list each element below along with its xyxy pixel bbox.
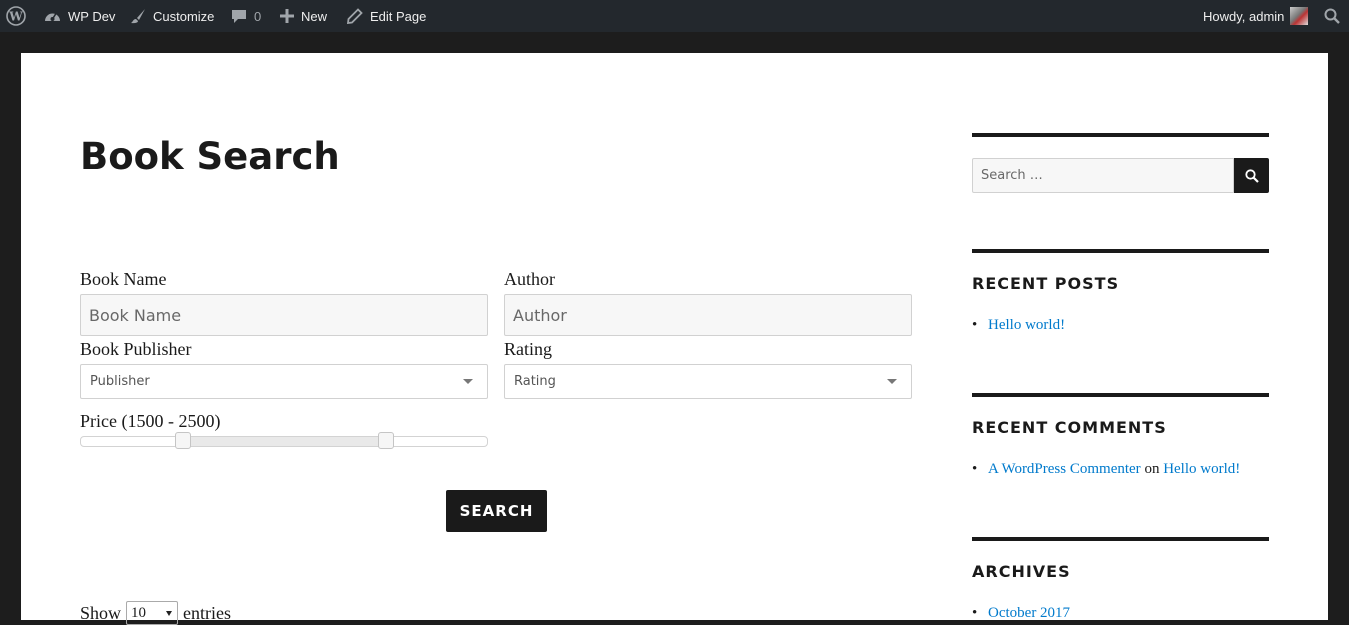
widget-divider: [972, 249, 1269, 253]
sidebar-search-input[interactable]: [972, 158, 1234, 193]
customize-label: Customize: [153, 8, 215, 24]
edit-page-link[interactable]: Edit Page: [347, 0, 426, 32]
dashboard-icon: [44, 9, 61, 23]
comment-icon: [231, 8, 247, 24]
page-title: Book Search: [80, 135, 340, 178]
book-name-input[interactable]: [80, 294, 488, 336]
widget-divider: [972, 537, 1269, 541]
my-account-menu[interactable]: Howdy, admin: [1203, 0, 1309, 32]
archives-title: ARCHIVES: [972, 562, 1071, 581]
list-item: October 2017: [972, 605, 1070, 622]
rating-select[interactable]: Rating: [504, 364, 912, 399]
publisher-select[interactable]: Publisher: [80, 364, 488, 399]
recent-comments-list: A WordPress Commenter on Hello world!: [972, 461, 1240, 478]
publisher-selected-value: Publisher: [90, 374, 150, 389]
widget-divider: [972, 133, 1269, 137]
comment-author-link[interactable]: A WordPress Commenter: [988, 461, 1141, 477]
site-name-menu[interactable]: WP Dev: [44, 0, 115, 32]
entries-select[interactable]: 10: [126, 601, 179, 625]
archive-link[interactable]: October 2017: [988, 605, 1070, 621]
price-range-fill: [182, 437, 386, 446]
price-label: Price (1500 - 2500): [80, 411, 221, 431]
recent-post-link[interactable]: Hello world!: [988, 317, 1065, 333]
price-max-handle[interactable]: [377, 432, 394, 449]
entries-select-value: 10: [131, 604, 147, 621]
recent-comments-title: RECENT COMMENTS: [972, 418, 1167, 437]
publisher-label: Book Publisher: [80, 339, 192, 359]
page-content: Book Search Book Name Author Book Publis…: [21, 53, 1328, 625]
admin-bar: W WP Dev Customize 0 New Edit Page Howdy…: [0, 0, 1349, 32]
svg-text:W: W: [8, 10, 23, 24]
price-range-slider[interactable]: [80, 432, 488, 449]
avatar: [1290, 7, 1309, 25]
comments-link[interactable]: 0: [231, 0, 261, 32]
chevron-down-icon: [463, 379, 473, 384]
widget-divider: [972, 393, 1269, 397]
comments-count: 0: [254, 8, 262, 24]
comment-post-link[interactable]: Hello world!: [1163, 461, 1240, 477]
recent-posts-title: RECENT POSTS: [972, 274, 1120, 293]
paintbrush-icon: [130, 8, 146, 24]
book-name-label: Book Name: [80, 269, 167, 289]
recent-posts-list: Hello world!: [972, 317, 1065, 334]
search-button[interactable]: SEARCH: [446, 490, 547, 532]
new-content-menu[interactable]: New: [280, 0, 327, 32]
archives-list: October 2017: [972, 605, 1070, 622]
pencil-icon: [347, 8, 363, 24]
comment-on-text: on: [1144, 461, 1160, 477]
edit-page-label: Edit Page: [370, 8, 427, 24]
howdy-label: Howdy, admin: [1203, 8, 1285, 24]
chevron-down-icon: [166, 611, 173, 616]
list-item: Hello world!: [972, 317, 1065, 334]
new-label: New: [301, 8, 328, 24]
search-icon: [1244, 168, 1259, 183]
site-name-label: WP Dev: [68, 8, 116, 24]
price-min-handle[interactable]: [174, 432, 191, 449]
author-input[interactable]: [504, 294, 912, 336]
wordpress-logo-icon[interactable]: W: [6, 0, 26, 32]
plus-icon: [280, 9, 294, 23]
rating-label: Rating: [504, 339, 552, 359]
author-label: Author: [504, 269, 555, 289]
show-label: Show: [80, 602, 122, 623]
chevron-down-icon: [887, 379, 897, 384]
admin-search-icon[interactable]: [1324, 0, 1340, 32]
rating-selected-value: Rating: [514, 374, 556, 389]
customize-link[interactable]: Customize: [130, 0, 214, 32]
entries-label: entries: [183, 602, 231, 623]
entries-length-control: Show 10 entries: [80, 601, 231, 625]
list-item: A WordPress Commenter on Hello world!: [972, 461, 1240, 478]
sidebar-search-button[interactable]: [1234, 158, 1269, 193]
